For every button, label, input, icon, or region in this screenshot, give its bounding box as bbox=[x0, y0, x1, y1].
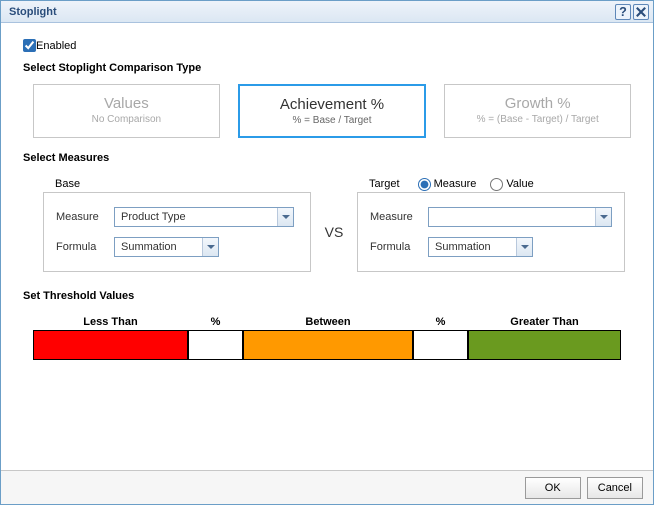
target-formula-select[interactable]: Summation bbox=[428, 237, 533, 257]
type-values-subtitle: No Comparison bbox=[40, 114, 213, 125]
threshold-pct1-label: % bbox=[188, 316, 243, 328]
section-comparison-type: Select Stoplight Comparison Type bbox=[23, 62, 631, 74]
section-measures: Select Measures bbox=[23, 152, 631, 164]
target-formula-label: Formula bbox=[370, 241, 428, 253]
chevron-down-icon bbox=[202, 238, 218, 256]
chevron-down-icon bbox=[277, 208, 293, 226]
threshold-high-swatch bbox=[468, 330, 621, 360]
chevron-down-icon bbox=[595, 208, 611, 226]
target-radio-value-input[interactable] bbox=[490, 178, 503, 191]
target-measure-box: Target Measure Value Measur bbox=[357, 174, 625, 272]
comparison-type-group: Values No Comparison Achievement % % = B… bbox=[33, 84, 631, 138]
type-values-card[interactable]: Values No Comparison bbox=[33, 84, 220, 138]
dialog-title: Stoplight bbox=[9, 6, 613, 18]
cancel-button[interactable]: Cancel bbox=[587, 477, 643, 499]
threshold-between-label: Between bbox=[243, 316, 413, 328]
vs-label: VS bbox=[311, 174, 357, 272]
threshold-low-swatch bbox=[33, 330, 188, 360]
threshold-pct2-input[interactable] bbox=[418, 331, 463, 359]
target-measure-select[interactable] bbox=[428, 207, 612, 227]
type-growth-card[interactable]: Growth % % = (Base - Target) / Target bbox=[444, 84, 631, 138]
base-title: Base bbox=[55, 178, 80, 190]
target-formula-value: Summation bbox=[435, 241, 491, 253]
enabled-checkbox[interactable] bbox=[23, 39, 36, 52]
target-measure-label: Measure bbox=[370, 211, 428, 223]
target-radio-value[interactable]: Value bbox=[490, 178, 533, 191]
threshold-pct1-input[interactable] bbox=[193, 331, 238, 359]
svg-text:?: ? bbox=[619, 5, 627, 19]
help-button[interactable]: ? bbox=[615, 4, 631, 20]
type-achievement-title: Achievement % bbox=[246, 96, 419, 113]
ok-button[interactable]: OK bbox=[525, 477, 581, 499]
type-growth-subtitle: % = (Base - Target) / Target bbox=[451, 114, 624, 125]
base-formula-label: Formula bbox=[56, 241, 114, 253]
base-measure-box: Base Measure Product Type Formula Summat… bbox=[43, 174, 311, 272]
target-radio-measure[interactable]: Measure bbox=[418, 178, 477, 191]
stoplight-dialog: Stoplight ? Enabled Select Stoplight Com… bbox=[0, 0, 654, 505]
section-threshold: Set Threshold Values bbox=[23, 290, 631, 302]
type-values-title: Values bbox=[40, 95, 213, 112]
threshold-pct2-box bbox=[413, 330, 468, 360]
threshold-less-label: Less Than bbox=[33, 316, 188, 328]
threshold-pct2-label: % bbox=[413, 316, 468, 328]
threshold-mid-swatch bbox=[243, 330, 413, 360]
dialog-footer: OK Cancel bbox=[1, 470, 653, 504]
target-radio-measure-input[interactable] bbox=[418, 178, 431, 191]
close-button[interactable] bbox=[633, 4, 649, 20]
enabled-label: Enabled bbox=[36, 40, 76, 52]
type-achievement-subtitle: % = Base / Target bbox=[246, 115, 419, 126]
type-growth-title: Growth % bbox=[451, 95, 624, 112]
base-measure-label: Measure bbox=[56, 211, 114, 223]
threshold-greater-label: Greater Than bbox=[468, 316, 621, 328]
chevron-down-icon bbox=[516, 238, 532, 256]
threshold-pct1-box bbox=[188, 330, 243, 360]
titlebar: Stoplight ? bbox=[1, 1, 653, 23]
base-formula-select[interactable]: Summation bbox=[114, 237, 219, 257]
base-formula-value: Summation bbox=[121, 241, 177, 253]
base-measure-value: Product Type bbox=[121, 211, 186, 223]
type-achievement-card[interactable]: Achievement % % = Base / Target bbox=[238, 84, 427, 138]
target-title: Target bbox=[369, 178, 400, 190]
base-measure-select[interactable]: Product Type bbox=[114, 207, 294, 227]
